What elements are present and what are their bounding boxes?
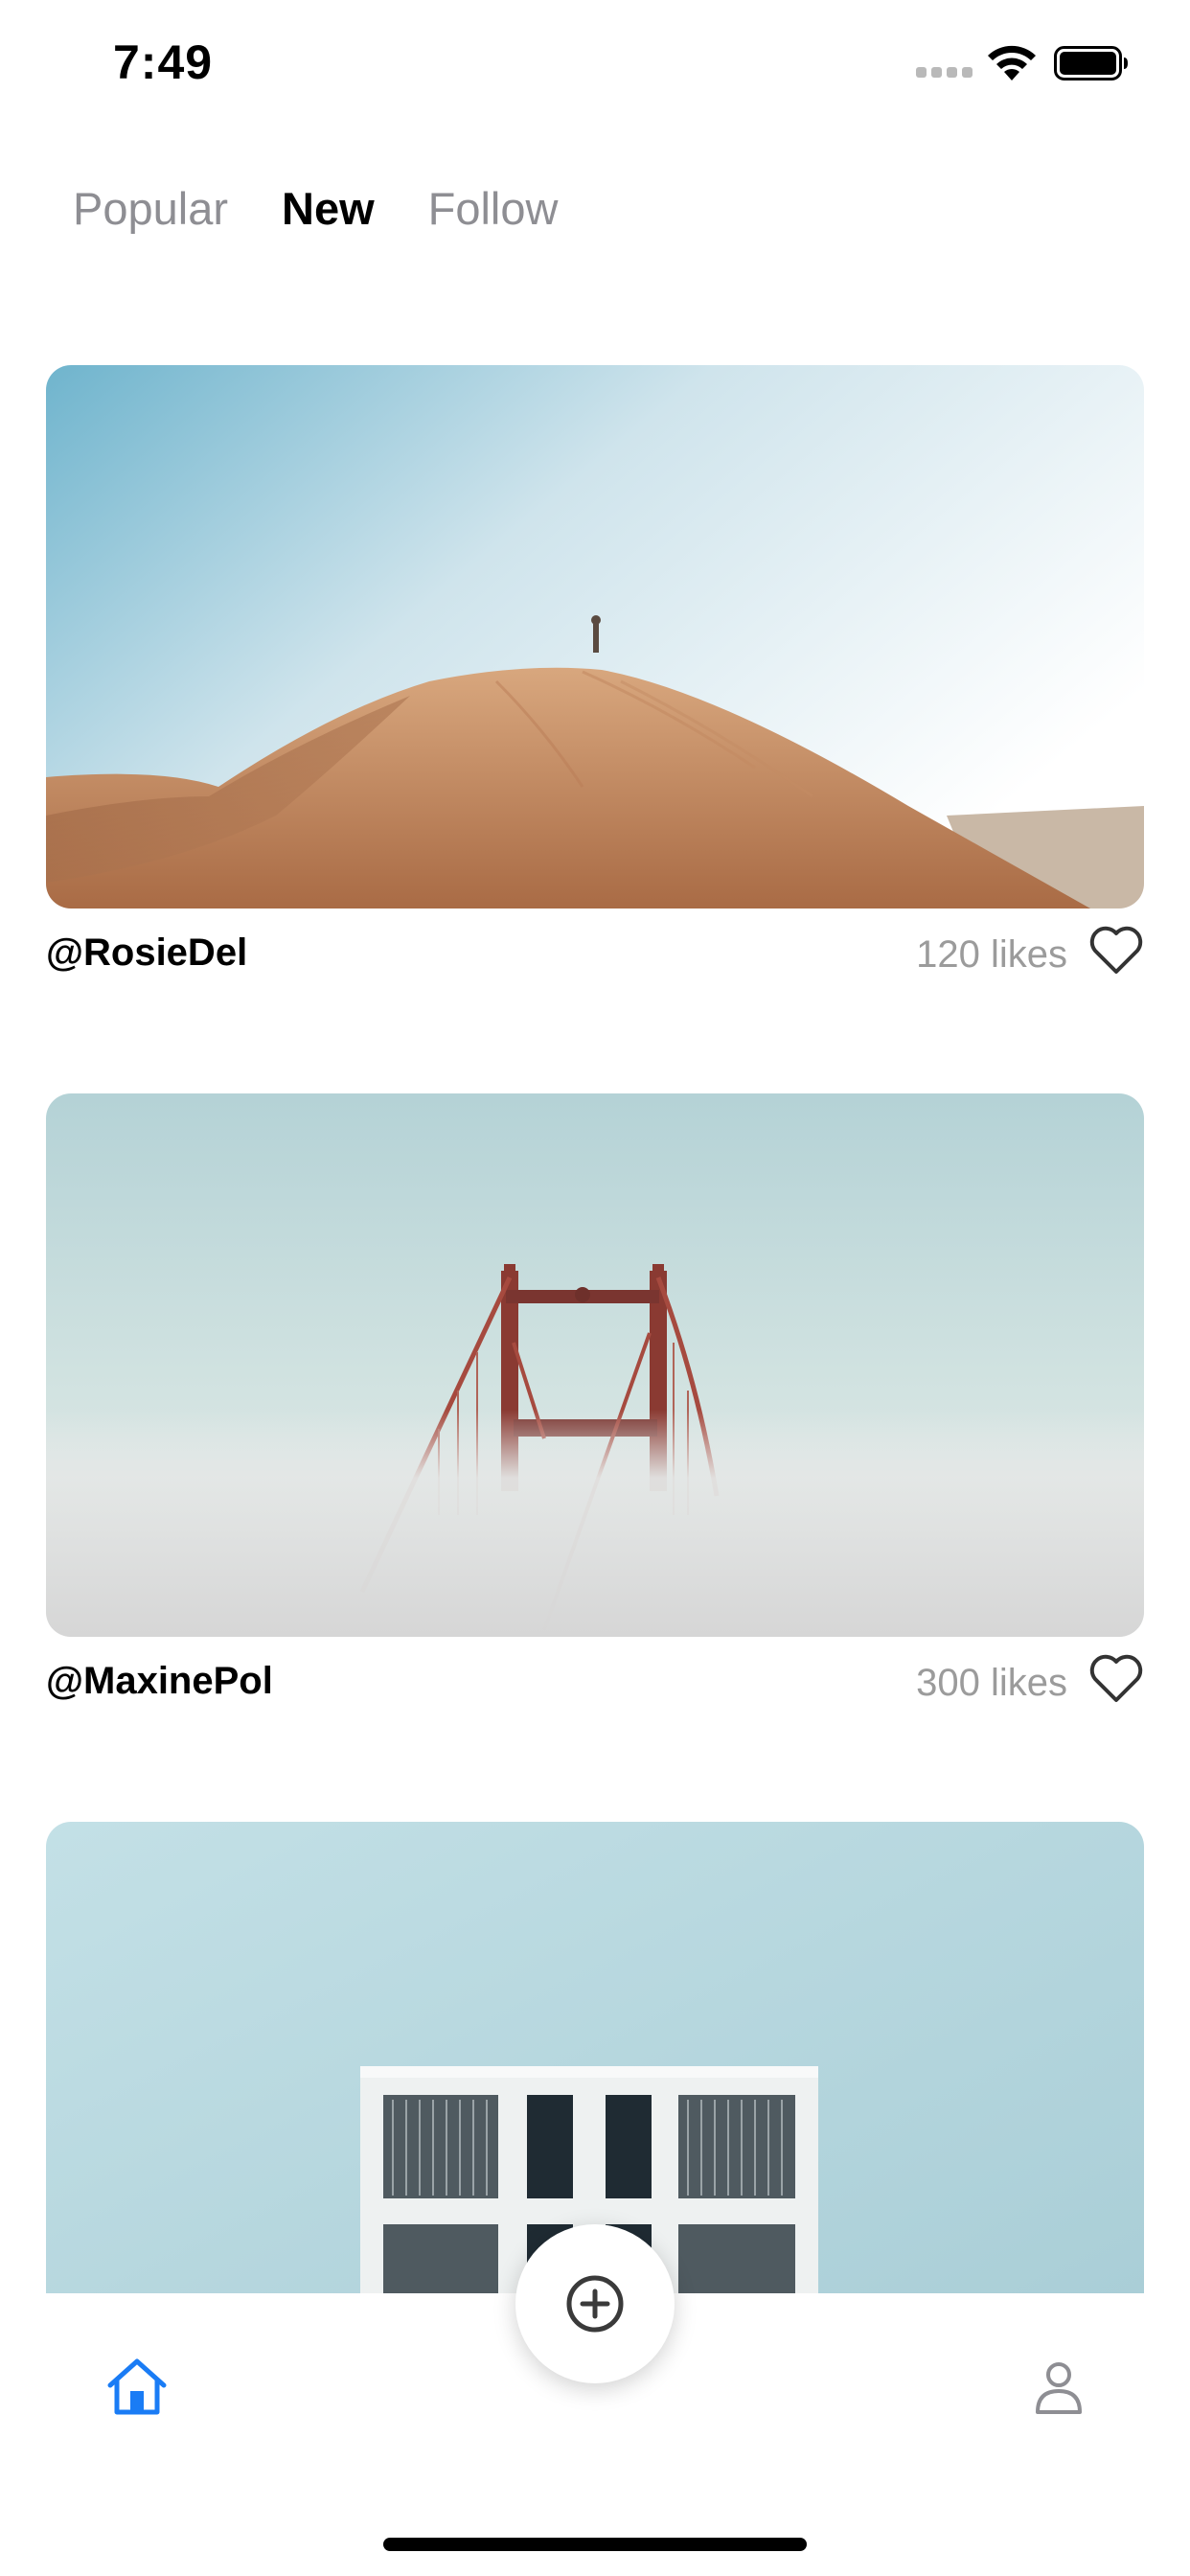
tab-new[interactable]: New: [282, 182, 375, 235]
tab-follow[interactable]: Follow: [428, 182, 559, 235]
heart-icon[interactable]: [1088, 926, 1144, 976]
add-post-button[interactable]: [515, 2224, 675, 2383]
heart-icon[interactable]: [1088, 1654, 1144, 1704]
add-post-icon: [566, 2275, 624, 2333]
post-author[interactable]: @MaxinePol: [46, 1660, 273, 1703]
feed-tabs: Popular New Follow: [73, 182, 558, 235]
home-icon[interactable]: [105, 2357, 169, 2416]
post-author[interactable]: @RosieDel: [46, 932, 247, 975]
post-card: @MaxinePol 300 likes: [46, 1093, 1144, 1733]
post-feed[interactable]: @RosieDel 120 likes @MaxinePol 300 likes: [46, 365, 1144, 2293]
post-card: @RosieDel 120 likes: [46, 365, 1144, 1004]
status-time: 7:49: [113, 35, 214, 89]
battery-icon: [1054, 46, 1128, 80]
bridge-in-fog-photo[interactable]: [46, 1093, 1144, 1637]
cellular-signal-icon: [916, 67, 973, 78]
profile-icon[interactable]: [1035, 2360, 1083, 2414]
tab-popular[interactable]: Popular: [73, 182, 228, 235]
post-meta: @RosieDel 120 likes: [46, 908, 1144, 1004]
post-card: [46, 1822, 1144, 2293]
post-likes-count: 120 likes: [916, 933, 1067, 976]
post-likes-count: 300 likes: [916, 1662, 1067, 1704]
post-meta: @MaxinePol 300 likes: [46, 1637, 1144, 1733]
home-indicator: [383, 2538, 807, 2551]
white-building-photo[interactable]: [46, 1822, 1144, 2293]
status-bar: 7:49: [0, 0, 1190, 134]
desert-dune-photo[interactable]: [46, 365, 1144, 908]
wifi-icon: [988, 45, 1036, 80]
